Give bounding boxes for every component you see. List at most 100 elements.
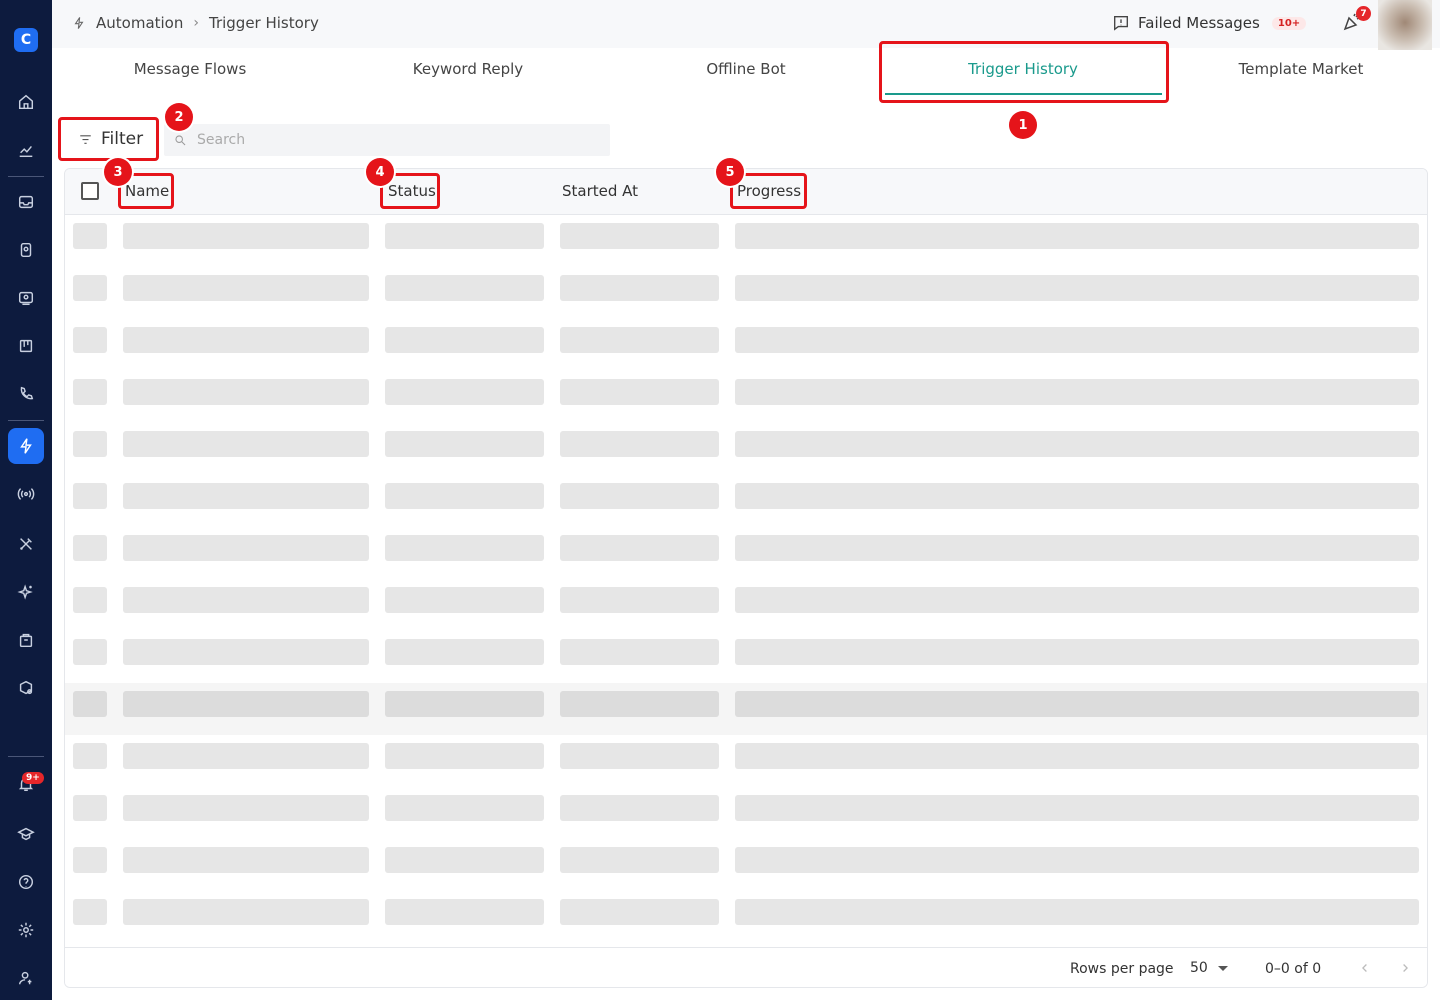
announcements-button[interactable]: 7 bbox=[1342, 6, 1371, 36]
help-icon[interactable] bbox=[8, 864, 44, 900]
sidebar-divider bbox=[8, 176, 44, 177]
annotation-marker-4: 4 bbox=[366, 158, 394, 186]
annotation-marker-3: 3 bbox=[104, 158, 132, 186]
sidebar: C 9+ bbox=[0, 0, 52, 1000]
skeleton-name bbox=[123, 899, 369, 925]
breadcrumb: Automation › Trigger History bbox=[72, 14, 319, 32]
skeleton-progress bbox=[735, 587, 1419, 613]
skeleton-started-at bbox=[560, 483, 719, 509]
contacts-icon[interactable] bbox=[8, 232, 44, 268]
annotation-marker-2: 2 bbox=[165, 103, 193, 131]
annotation-box-filter bbox=[58, 117, 159, 161]
annotation-marker-1: 1 bbox=[1009, 111, 1037, 139]
user-avatar[interactable] bbox=[1378, 0, 1432, 50]
select-all-checkbox[interactable] bbox=[81, 182, 99, 200]
home-icon[interactable] bbox=[8, 84, 44, 120]
table-row bbox=[65, 787, 1427, 839]
previous-page-button[interactable] bbox=[1355, 958, 1375, 978]
skeleton-progress bbox=[735, 327, 1419, 353]
skeleton-started-at bbox=[560, 587, 719, 613]
table-row bbox=[65, 527, 1427, 579]
chevron-right-icon: › bbox=[193, 15, 199, 31]
skeleton-checkbox bbox=[73, 587, 107, 613]
skeleton-checkbox bbox=[73, 275, 107, 301]
skeleton-progress bbox=[735, 483, 1419, 509]
skeleton-progress bbox=[735, 431, 1419, 457]
rows-per-page-label: Rows per page bbox=[1070, 961, 1174, 977]
next-page-button[interactable] bbox=[1395, 958, 1415, 978]
skeleton-checkbox bbox=[73, 847, 107, 873]
skeleton-checkbox bbox=[73, 535, 107, 561]
skeleton-started-at bbox=[560, 743, 719, 769]
skeleton-progress bbox=[735, 691, 1419, 717]
breadcrumb-item-automation[interactable]: Automation bbox=[96, 14, 183, 32]
integrations-icon[interactable] bbox=[8, 670, 44, 706]
tab-template-market[interactable]: Template Market bbox=[1191, 60, 1411, 84]
skeleton-name bbox=[123, 483, 369, 509]
skeleton-name bbox=[123, 847, 369, 873]
annotation-marker-5: 5 bbox=[716, 158, 744, 186]
skeleton-started-at bbox=[560, 899, 719, 925]
phone-icon[interactable] bbox=[8, 376, 44, 412]
rows-per-page-select[interactable]: 50 bbox=[1190, 960, 1228, 976]
skeleton-status bbox=[385, 587, 544, 613]
notifications-badge: 9+ bbox=[22, 772, 44, 784]
inbox-icon[interactable] bbox=[8, 184, 44, 220]
settings-icon[interactable] bbox=[8, 912, 44, 948]
skeleton-status bbox=[385, 847, 544, 873]
search-input[interactable] bbox=[197, 132, 577, 148]
skeleton-status bbox=[385, 899, 544, 925]
skeleton-status bbox=[385, 639, 544, 665]
skeleton-name bbox=[123, 795, 369, 821]
skeleton-status bbox=[385, 275, 544, 301]
table-footer: Rows per page 50 0–0 of 0 bbox=[65, 947, 1427, 987]
account-icon[interactable] bbox=[8, 960, 44, 996]
caret-down-icon bbox=[1217, 965, 1228, 971]
commerce-icon[interactable] bbox=[8, 622, 44, 658]
skeleton-checkbox bbox=[73, 379, 107, 405]
failed-messages-button[interactable]: Failed Messages 10+ bbox=[1112, 14, 1307, 32]
skeleton-progress bbox=[735, 743, 1419, 769]
tools-icon[interactable] bbox=[8, 526, 44, 562]
skeleton-name bbox=[123, 535, 369, 561]
top-header: Automation › Trigger History Failed Mess… bbox=[52, 0, 1440, 50]
table-row bbox=[65, 371, 1427, 423]
broadcast-icon[interactable] bbox=[8, 476, 44, 512]
ai-icon[interactable] bbox=[8, 574, 44, 610]
skeleton-name bbox=[123, 327, 369, 353]
sidebar-divider bbox=[8, 420, 44, 421]
table-row bbox=[65, 475, 1427, 527]
skeleton-status bbox=[385, 483, 544, 509]
tab-offline-bot[interactable]: Offline Bot bbox=[636, 60, 856, 84]
learning-icon[interactable] bbox=[8, 816, 44, 852]
skeleton-status bbox=[385, 223, 544, 249]
analytics-icon[interactable] bbox=[8, 132, 44, 168]
skeleton-status bbox=[385, 379, 544, 405]
skeleton-name bbox=[123, 743, 369, 769]
skeleton-name bbox=[123, 639, 369, 665]
table-row bbox=[65, 631, 1427, 683]
sidebar-divider bbox=[8, 756, 44, 757]
board-icon[interactable] bbox=[8, 328, 44, 364]
column-header-started-at[interactable]: Started At bbox=[562, 182, 638, 200]
skeleton-checkbox bbox=[73, 639, 107, 665]
skeleton-checkbox bbox=[73, 431, 107, 457]
skeleton-started-at bbox=[560, 379, 719, 405]
annotation-box-trigger-history bbox=[879, 41, 1169, 103]
search-icon bbox=[175, 134, 186, 145]
search-box bbox=[164, 124, 610, 156]
skeleton-progress bbox=[735, 899, 1419, 925]
skeleton-checkbox bbox=[73, 223, 107, 249]
skeleton-progress bbox=[735, 795, 1419, 821]
tab-keyword-reply[interactable]: Keyword Reply bbox=[358, 60, 578, 84]
chat-icon[interactable] bbox=[8, 280, 44, 316]
skeleton-progress bbox=[735, 275, 1419, 301]
table-row bbox=[65, 839, 1427, 891]
automation-icon[interactable] bbox=[8, 428, 44, 464]
failed-messages-label: Failed Messages bbox=[1138, 14, 1260, 32]
app-logo[interactable]: C bbox=[14, 28, 38, 52]
table-row bbox=[65, 891, 1427, 943]
tab-message-flows[interactable]: Message Flows bbox=[80, 60, 300, 84]
skeleton-status bbox=[385, 691, 544, 717]
pagination-range: 0–0 of 0 bbox=[1265, 961, 1322, 977]
